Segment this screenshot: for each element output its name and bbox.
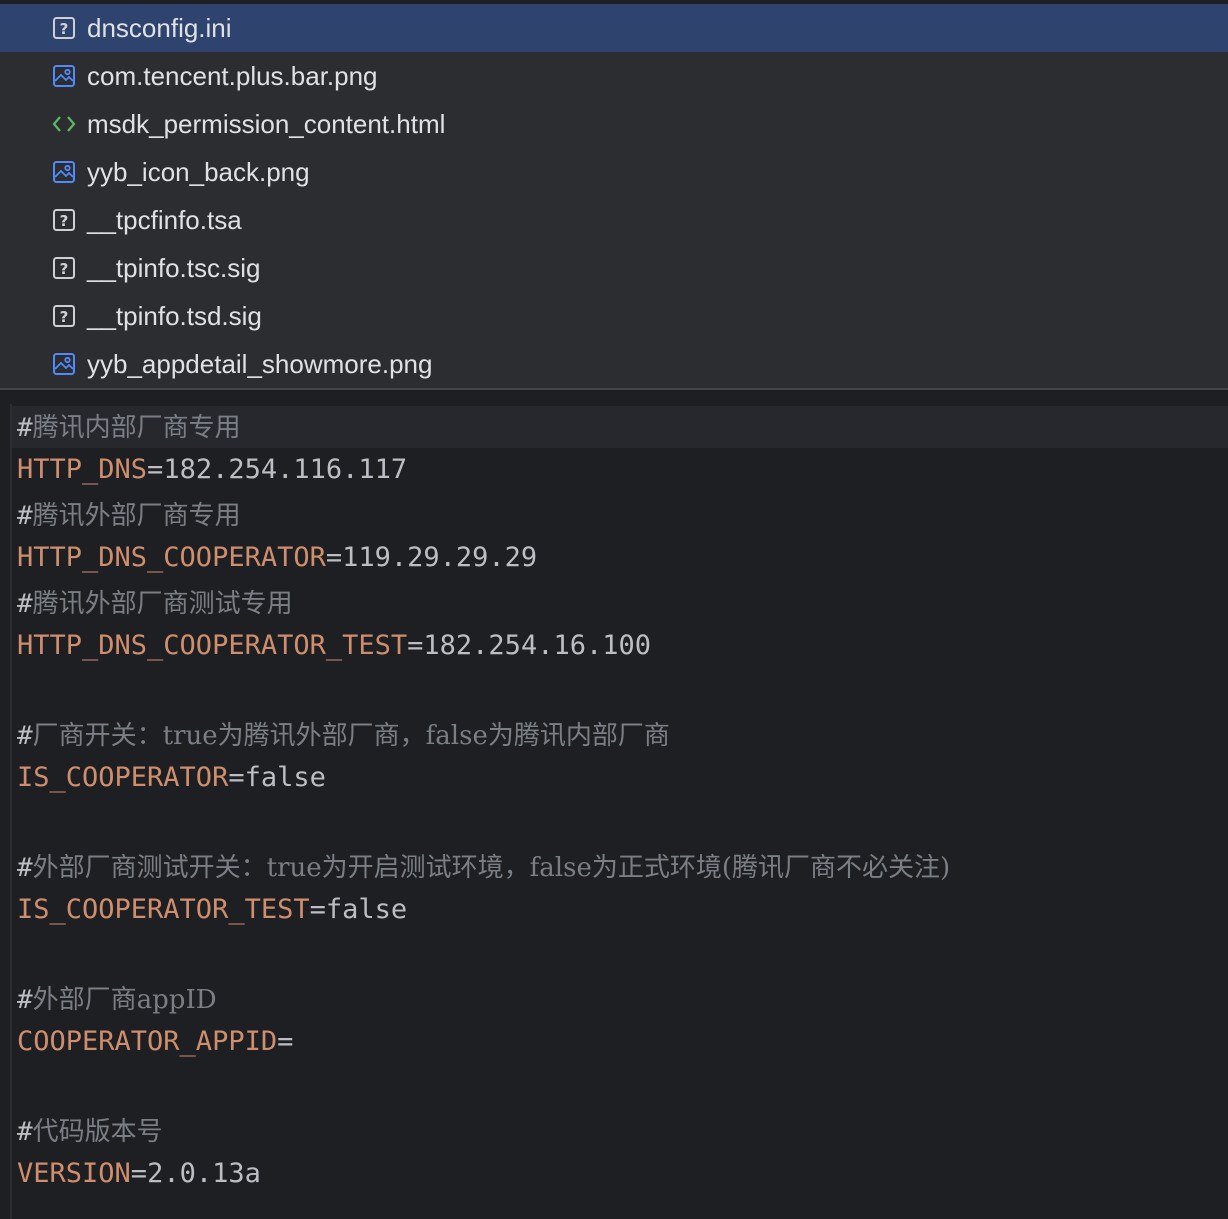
unknown-file-icon: ? [53, 257, 75, 279]
code-line-comment[interactable]: #腾讯外部厂商测试专用 [17, 586, 293, 622]
comment-text: 外部厂商测试开关：true为开启测试环境，false为正式环境(腾讯厂商不必关注… [32, 853, 951, 883]
property-value: 119.29.29.29 [342, 542, 538, 573]
property-separator: = [407, 630, 424, 661]
svg-text:?: ? [60, 308, 69, 326]
unknown-file-icon: ? [53, 17, 75, 39]
project-file-tree: ? dnsconfig.ini com.tencent.plus.bar.png… [0, 0, 1228, 388]
file-row-tpcfinfo-tsa[interactable]: ? __tpcfinfo.tsa [0, 196, 1228, 244]
file-row-yyb-icon-back-png[interactable]: yyb_icon_back.png [0, 148, 1228, 196]
file-row-dnsconfig-ini[interactable]: ? dnsconfig.ini [0, 4, 1228, 52]
file-row-com-tencent-plus-bar-png[interactable]: com.tencent.plus.bar.png [0, 52, 1228, 100]
code-line-is-cooperator-test[interactable]: IS_COOPERATOR_TEST=false [17, 892, 407, 928]
comment-text: 厂商开关：true为腾讯外部厂商，false为腾讯内部厂商 [32, 721, 670, 751]
property-key: IS_COOPERATOR [17, 762, 229, 793]
comment-text: 代码版本号 [32, 1117, 163, 1147]
code-line-comment[interactable]: #腾讯外部厂商专用 [17, 498, 241, 534]
svg-text:?: ? [60, 212, 69, 230]
code-line-http-dns-cooperator[interactable]: HTTP_DNS_COOPERATOR=119.29.29.29 [17, 540, 537, 576]
property-key: VERSION [17, 1158, 131, 1189]
comment-text: 腾讯外部厂商专用 [32, 501, 241, 531]
file-name: yyb_appdetail_showmore.png [87, 349, 433, 379]
unknown-file-icon: ? [53, 209, 75, 231]
editor-gutter-border [10, 404, 12, 1219]
file-name: __tpinfo.tsd.sig [87, 301, 262, 331]
property-value: 2.0.13a [147, 1158, 261, 1189]
property-value: 182.254.16.100 [423, 630, 651, 661]
code-line-http-dns-cooperator-test[interactable]: HTTP_DNS_COOPERATOR_TEST=182.254.16.100 [17, 628, 651, 664]
comment-hash: # [17, 589, 33, 619]
image-file-icon [53, 65, 75, 87]
comment-hash: # [17, 721, 33, 751]
code-line-comment[interactable]: #厂商开关：true为腾讯外部厂商，false为腾讯内部厂商 [17, 718, 670, 754]
code-line-comment[interactable]: #腾讯内部厂商专用 [17, 410, 241, 446]
image-file-icon [53, 353, 75, 375]
file-name: yyb_icon_back.png [87, 157, 310, 187]
code-editor[interactable]: #腾讯内部厂商专用 HTTP_DNS=182.254.116.117 #腾讯外部… [0, 390, 1228, 1219]
property-separator: = [309, 894, 326, 925]
code-line-comment[interactable]: #代码版本号 [17, 1114, 163, 1150]
code-line-is-cooperator[interactable]: IS_COOPERATOR=false [17, 760, 326, 796]
svg-text:?: ? [60, 260, 69, 278]
file-name: msdk_permission_content.html [87, 109, 446, 139]
comment-hash: # [17, 985, 33, 1015]
file-row-yyb-appdetail-showmore-png[interactable]: yyb_appdetail_showmore.png [0, 340, 1228, 388]
property-separator: = [228, 762, 245, 793]
svg-text:?: ? [60, 20, 69, 38]
file-name: com.tencent.plus.bar.png [87, 61, 378, 91]
property-key: HTTP_DNS_COOPERATOR_TEST [17, 630, 408, 661]
code-line-comment[interactable]: #外部厂商appID [17, 982, 217, 1018]
file-row-tpinfo-tsc-sig[interactable]: ? __tpinfo.tsc.sig [0, 244, 1228, 292]
comment-text: 腾讯外部厂商测试专用 [32, 589, 293, 619]
image-file-icon [53, 161, 75, 183]
property-key: IS_COOPERATOR_TEST [17, 894, 310, 925]
comment-hash: # [17, 413, 33, 443]
file-name: __tpinfo.tsc.sig [87, 253, 261, 283]
file-name: __tpcfinfo.tsa [87, 205, 242, 235]
code-line-version[interactable]: VERSION=2.0.13a [17, 1156, 261, 1192]
file-row-msdk-permission-content-html[interactable]: msdk_permission_content.html [0, 100, 1228, 148]
file-row-tpinfo-tsd-sig[interactable]: ? __tpinfo.tsd.sig [0, 292, 1228, 340]
code-line-cooperator-appid[interactable]: COOPERATOR_APPID= [17, 1024, 293, 1060]
comment-hash: # [17, 501, 33, 531]
code-line-comment[interactable]: #外部厂商测试开关：true为开启测试环境，false为正式环境(腾讯厂商不必关… [17, 850, 950, 886]
code-line-http-dns[interactable]: HTTP_DNS=182.254.116.117 [17, 452, 407, 488]
property-separator: = [147, 454, 164, 485]
comment-hash: # [17, 1117, 33, 1147]
property-key: HTTP_DNS_COOPERATOR [17, 542, 326, 573]
comment-text: 腾讯内部厂商专用 [32, 413, 241, 443]
property-key: COOPERATOR_APPID [17, 1026, 278, 1057]
file-name: dnsconfig.ini [87, 13, 232, 43]
property-separator: = [130, 1158, 148, 1189]
property-key: HTTP_DNS [17, 454, 148, 485]
html-file-icon [52, 116, 76, 132]
property-value: false [244, 762, 326, 793]
comment-text: 外部厂商appID [32, 985, 217, 1015]
unknown-file-icon: ? [53, 305, 75, 327]
property-value: 182.254.116.117 [163, 454, 408, 485]
comment-hash: # [17, 853, 33, 883]
property-separator: = [277, 1026, 294, 1057]
property-separator: = [325, 542, 343, 573]
property-value: false [325, 894, 408, 925]
